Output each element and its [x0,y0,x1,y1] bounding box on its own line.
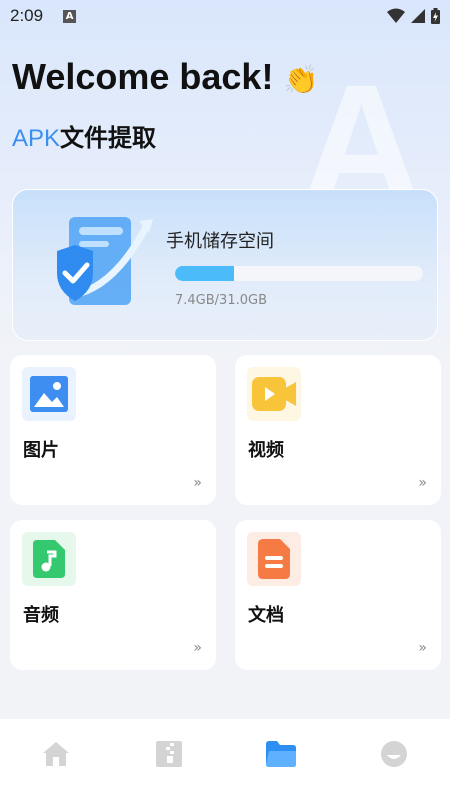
nav-profile[interactable] [369,729,419,779]
signal-icon [411,9,425,23]
nav-files[interactable] [256,729,306,779]
home-icon [43,742,70,766]
storage-card[interactable]: 手机储存空间 7.4GB/31.0GB [12,189,438,341]
category-card-audio[interactable]: 音频 » [10,520,216,670]
subtitle-rest: 文件提取 [60,124,157,152]
storage-progress-fill [175,266,235,281]
archive-icon [155,741,182,767]
document-icon [247,532,301,586]
shield-illustration-icon [57,217,153,305]
bottom-navigation [0,719,450,801]
double-chevron-right-icon: » [193,475,202,491]
double-chevron-right-icon: » [418,640,427,656]
clapping-hands-icon: 👏 [283,64,319,95]
profile-icon [380,741,407,767]
storage-title: 手机储存空间 [166,231,274,252]
app-subtitle: APK文件提取 [12,118,156,153]
category-label: 图片 [23,440,59,461]
category-label: 文档 [248,605,284,626]
folder-icon [266,741,297,767]
status-time: 2:09 [10,6,44,25]
storage-usage-text: 7.4GB/31.0GB [175,293,267,308]
notification-icon: A [63,9,77,23]
status-bar: 2:09 A [0,0,450,32]
image-icon [22,367,76,421]
wifi-icon [387,8,405,23]
category-card-images[interactable]: 图片 » [10,355,216,505]
category-label: 音频 [23,605,59,626]
category-card-documents[interactable]: 文档 » [235,520,441,670]
double-chevron-right-icon: » [418,475,427,491]
welcome-text: Welcome back! [12,56,274,97]
nav-archive[interactable] [144,729,194,779]
audio-icon [22,532,76,586]
subtitle-apk: APK [12,125,61,152]
video-icon [247,367,301,421]
battery-icon [431,8,440,24]
welcome-title: Welcome back! 👏 [12,56,318,98]
storage-progress-bar [175,266,423,281]
double-chevron-right-icon: » [193,640,202,656]
nav-home[interactable] [31,729,81,779]
category-label: 视频 [248,440,284,461]
category-card-videos[interactable]: 视频 » [235,355,441,505]
